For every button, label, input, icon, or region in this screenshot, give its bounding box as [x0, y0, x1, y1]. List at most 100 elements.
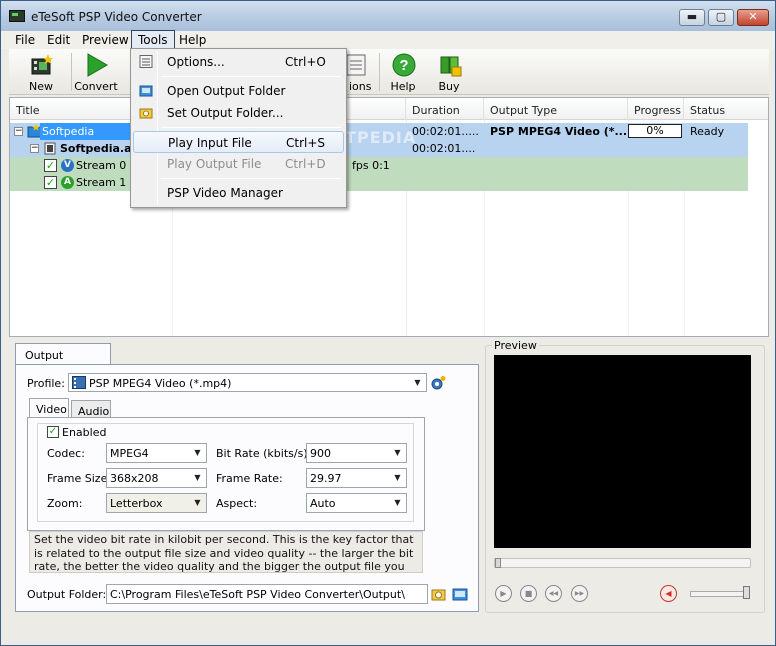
tab-audio[interactable]: Audio	[71, 400, 111, 418]
menu-item-options[interactable]: Options... Ctrl+O	[133, 51, 344, 73]
frame-rate-value: 29.97	[310, 472, 342, 485]
open-folder-icon[interactable]	[452, 586, 468, 602]
output-folder-input[interactable]: C:\Program Files\eTeSoft PSP Video Conve…	[106, 584, 428, 604]
menu-item-set-output-folder[interactable]: Set Output Folder...	[133, 102, 344, 124]
setting-description: Set the video bit rate in kilobit per se…	[29, 531, 423, 573]
progress-bar: 0%	[628, 124, 682, 138]
chevron-down-icon: ▼	[414, 378, 421, 387]
file-list-grid[interactable]: Title Duration Output Type Progress Stat…	[9, 97, 769, 337]
menu-item-shortcut: Ctrl+O	[285, 55, 326, 69]
chevron-down-icon: ▼	[394, 448, 401, 457]
browse-folder-icon[interactable]	[431, 586, 447, 602]
row-duration: 00:02:01.....	[412, 125, 479, 138]
menu-edit[interactable]: Edit	[41, 31, 76, 49]
svg-text:?: ?	[399, 57, 408, 74]
chevron-down-icon: ▼	[394, 473, 401, 482]
tree-collapse-toggle[interactable]: −	[30, 144, 39, 153]
toolbar: New Convert ions ? Help Buy	[9, 49, 769, 95]
bitrate-value: 900	[310, 447, 331, 460]
frame-size-label: Frame Size:	[47, 472, 112, 485]
preview-title: Preview	[492, 339, 539, 352]
menu-help[interactable]: Help	[173, 31, 212, 49]
tree-collapse-toggle[interactable]: −	[14, 127, 23, 136]
menu-item-label: Options...	[167, 55, 225, 69]
profile-select[interactable]: PSP MPEG4 Video (*.mp4) ▼	[68, 373, 427, 392]
seek-thumb[interactable]	[495, 558, 501, 568]
row-duration: 00:02:01....	[412, 142, 476, 155]
chevron-down-icon: ▼	[194, 498, 201, 507]
menu-item-psp-video-manager[interactable]: PSP Video Manager	[133, 182, 344, 204]
codec-select[interactable]: MPEG4 ▼	[106, 443, 207, 463]
aspect-select[interactable]: Auto ▼	[306, 493, 407, 513]
buy-cart-icon	[440, 56, 462, 77]
mute-speaker-icon[interactable]: ◀	[660, 585, 677, 602]
menu-separator	[161, 76, 341, 77]
row-progress-cell: 0%	[624, 123, 684, 140]
chevron-down-icon: ▼	[194, 473, 201, 482]
zoom-select[interactable]: Letterbox ▼	[106, 493, 207, 513]
menu-tools[interactable]: Tools	[131, 30, 175, 49]
column-header-status[interactable]: Status	[684, 98, 768, 120]
tools-dropdown-menu: Options... Ctrl+O Open Output Folder Set…	[130, 48, 347, 208]
menu-item-label: Play Output File	[167, 157, 262, 171]
codec-label: Codec:	[47, 447, 85, 460]
play-button[interactable]: ▶	[495, 585, 512, 602]
menu-item-open-output-folder[interactable]: Open Output Folder	[133, 80, 344, 102]
table-row[interactable]: ✓ V Stream 0 fps 0:1	[10, 157, 768, 174]
stop-button[interactable]: ■	[520, 585, 537, 602]
enabled-checkbox[interactable]: ✓	[47, 426, 59, 438]
menu-item-label: Set Output Folder...	[167, 106, 284, 120]
frame-size-select[interactable]: 368x208 ▼	[106, 468, 207, 488]
menu-item-play-output-file[interactable]: Play Output File Ctrl+D	[133, 153, 344, 175]
maximize-button[interactable]: ▢	[708, 9, 734, 26]
profile-settings-gear-icon[interactable]	[430, 375, 446, 391]
frame-size-value: 368x208	[110, 472, 159, 485]
stream-checkbox[interactable]: ✓	[44, 159, 57, 172]
seek-slider[interactable]	[494, 558, 751, 568]
menu-file[interactable]: File	[9, 31, 41, 49]
bitrate-select[interactable]: 900 ▼	[306, 443, 407, 463]
options-icon	[139, 55, 153, 68]
volume-thumb[interactable]	[743, 586, 750, 599]
video-file-icon	[44, 142, 56, 155]
tab-video[interactable]: Video	[29, 398, 69, 419]
stream-checkbox[interactable]: ✓	[44, 176, 57, 189]
buy-button-label: Buy	[438, 80, 460, 93]
minimize-button[interactable]: ▬	[679, 9, 705, 26]
play-arrow-icon	[87, 53, 108, 77]
close-button[interactable]: ✕	[737, 9, 769, 26]
volume-slider[interactable]	[690, 591, 750, 597]
folder-set-icon	[139, 108, 153, 119]
column-header-progress[interactable]: Progress	[628, 98, 684, 120]
row-stream-info: fps 0:1	[352, 159, 390, 172]
app-logo-icon	[9, 10, 25, 22]
frame-rate-label: Frame Rate:	[216, 472, 283, 485]
film-new-icon	[31, 54, 53, 75]
tab-output-settings[interactable]: Output Settings	[15, 343, 111, 375]
column-header-duration[interactable]: Duration	[406, 98, 484, 120]
menu-item-shortcut: Ctrl+D	[285, 157, 326, 171]
codec-value: MPEG4	[110, 447, 149, 460]
convert-button[interactable]: Convert	[68, 51, 124, 95]
app-window: eTeSoft PSP Video Converter ▬ ▢ ✕ File E…	[0, 0, 776, 646]
menu-item-label: PSP Video Manager	[167, 186, 283, 200]
new-button[interactable]: New	[13, 51, 69, 95]
status-bar	[1, 629, 775, 645]
buy-button[interactable]: Buy	[421, 51, 477, 95]
rewind-button[interactable]: ◀◀	[545, 585, 562, 602]
bitrate-label: Bit Rate (kbits/s):	[216, 447, 312, 460]
preview-screen	[494, 355, 751, 548]
help-icon: ?	[392, 53, 416, 77]
column-header-output-type[interactable]: Output Type	[484, 98, 628, 120]
row-status: Ready	[690, 125, 725, 138]
new-button-label: New	[29, 80, 53, 93]
row-output-type: PSP MPEG4 Video (*....	[490, 125, 628, 138]
window-title: eTeSoft PSP Video Converter	[31, 10, 202, 24]
menu-preview[interactable]: Preview	[76, 31, 135, 49]
title-bar: eTeSoft PSP Video Converter ▬ ▢ ✕	[1, 1, 775, 31]
menu-item-label: Play Input File	[168, 136, 252, 150]
frame-rate-select[interactable]: 29.97 ▼	[306, 468, 407, 488]
fast-forward-button[interactable]: ▶▶	[571, 585, 588, 602]
table-row[interactable]: ✓ A Stream 1	[10, 174, 768, 191]
menu-item-play-input-file[interactable]: Play Input File Ctrl+S	[133, 131, 344, 153]
